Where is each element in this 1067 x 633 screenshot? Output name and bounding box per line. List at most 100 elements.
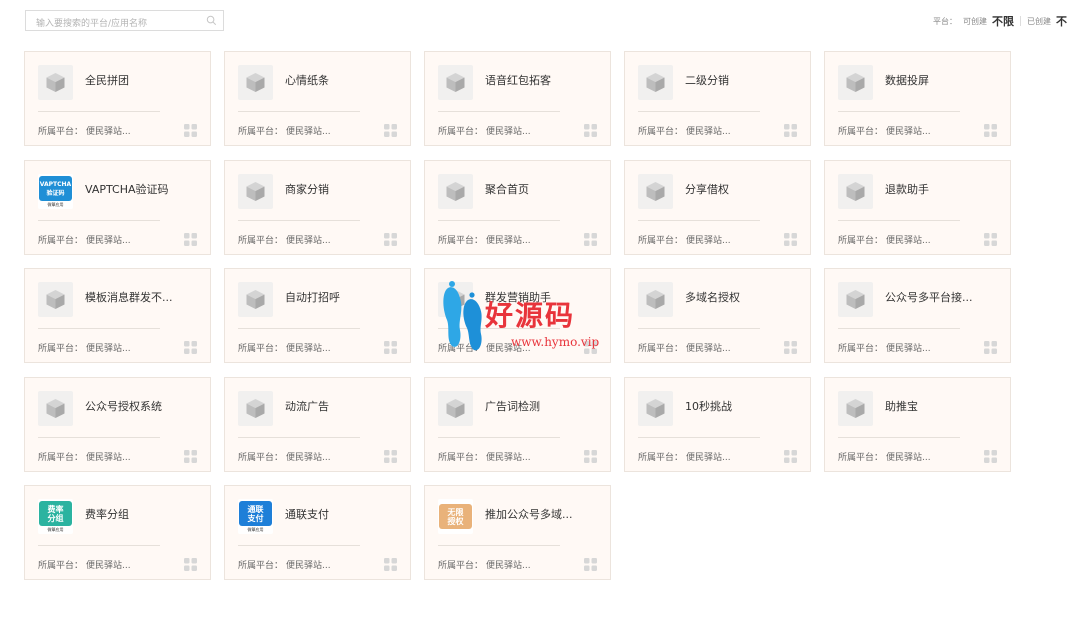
grid-icon[interactable] — [784, 231, 797, 246]
cube-icon — [638, 282, 673, 317]
app-card[interactable]: 动流广告 所属平台： 便民驿站... — [224, 377, 411, 472]
logo-badge: 通联 支付 — [239, 501, 272, 526]
grid-icon[interactable] — [384, 448, 397, 463]
app-card[interactable]: 退款助手 所属平台： 便民驿站... — [824, 160, 1011, 255]
search-input[interactable] — [26, 14, 206, 34]
app-card[interactable]: 10秒挑战 所属平台： 便民驿站... — [624, 377, 811, 472]
platform-info: 所属平台： 便民驿站... — [838, 124, 931, 137]
platform-info: 所属平台： 便民驿站... — [838, 233, 931, 246]
app-title: 通联支付 — [285, 508, 329, 521]
platform-label: 所属平台： — [238, 561, 284, 571]
grid-icon[interactable] — [784, 122, 797, 137]
app-title: 公众号授权系统 — [85, 400, 162, 413]
grid-icon[interactable] — [384, 339, 397, 354]
allinpay-logo: 通联 支付 微擎应用 — [238, 499, 273, 534]
app-title: 费率分组 — [85, 508, 129, 521]
platform-info: 所属平台： 便民驿站... — [238, 233, 331, 246]
platform-info: 所属平台： 便民驿站... — [438, 450, 531, 463]
platform-value: 便民驿站... — [286, 561, 331, 571]
app-card[interactable]: 费率 分组 微擎应用 费率分组 所属平台： 便民驿站... — [24, 485, 211, 580]
search-box[interactable] — [25, 10, 224, 34]
platform-label: 所属平台： — [438, 561, 484, 571]
grid-icon[interactable] — [184, 556, 197, 571]
app-card[interactable]: 广告词检测 所属平台： 便民驿站... — [424, 377, 611, 472]
app-card[interactable]: 公众号多平台接... 所属平台： 便民驿站... — [824, 268, 1011, 363]
platform-value: 便民驿站... — [86, 344, 131, 354]
platform-label: 所属平台： — [838, 344, 884, 354]
quota-divider — [1020, 16, 1021, 26]
grid-icon[interactable] — [984, 339, 997, 354]
grid-icon[interactable] — [184, 339, 197, 354]
grid-icon[interactable] — [984, 448, 997, 463]
divider — [238, 328, 360, 329]
logo-sub: 微擎应用 — [47, 202, 64, 207]
platform-label: 所属平台： — [38, 236, 84, 246]
watermark: 好源码 www.hymo.vip — [438, 280, 628, 355]
grid-icon[interactable] — [184, 122, 197, 137]
app-card[interactable]: 语音红包拓客 所属平台： 便民驿站... — [424, 51, 611, 146]
app-card[interactable]: 助推宝 所属平台： 便民驿站... — [824, 377, 1011, 472]
platform-value: 便民驿站... — [686, 236, 731, 246]
app-card[interactable]: 分享借权 所属平台： 便民驿站... — [624, 160, 811, 255]
logo-line-2: 分组 — [47, 513, 64, 523]
platform-label: 所属平台： — [238, 344, 284, 354]
platform-label: 所属平台： — [38, 344, 84, 354]
app-card[interactable]: 心情纸条 所属平台： 便民驿站... — [224, 51, 411, 146]
app-card[interactable]: 二级分销 所属平台： 便民驿站... — [624, 51, 811, 146]
app-card[interactable]: 商家分销 所属平台： 便民驿站... — [224, 160, 411, 255]
grid-icon[interactable] — [784, 448, 797, 463]
app-card[interactable]: 无限 授权 推加公众号多域... 所属平台： 便民驿站... — [424, 485, 611, 580]
app-card[interactable]: 公众号授权系统所属平台： 便民驿站... — [24, 377, 211, 472]
cube-icon — [438, 391, 473, 426]
platform-value: 便民驿站... — [686, 453, 731, 463]
logo-badge: 无限 授权 — [439, 504, 472, 529]
app-title: 聚合首页 — [485, 183, 529, 196]
grid-icon[interactable] — [384, 122, 397, 137]
grid-icon[interactable] — [584, 556, 597, 571]
grid-icon[interactable] — [984, 122, 997, 137]
app-card[interactable]: 数据投屏所属平台： 便民驿站... — [824, 51, 1011, 146]
logo-sub: 微擎应用 — [47, 527, 64, 532]
platform-info: 所属平台： 便民驿站... — [638, 124, 731, 137]
cube-icon — [38, 391, 73, 426]
logo-line-1: 通联 — [247, 504, 264, 514]
watermark-url: www.hymo.vip — [511, 335, 600, 349]
app-card[interactable]: 通联 支付 微擎应用 通联支付所属平台： 便民驿站... — [224, 485, 411, 580]
divider — [38, 328, 160, 329]
divider — [838, 220, 960, 221]
app-card[interactable]: 模板消息群发不... 所属平台： 便民驿站... — [24, 268, 211, 363]
grid-icon[interactable] — [184, 448, 197, 463]
app-title: 数据投屏 — [885, 74, 929, 87]
platform-info: 所属平台： 便民驿站... — [238, 450, 331, 463]
app-card[interactable]: 自动打招呼 所属平台： 便民驿站... — [224, 268, 411, 363]
grid-icon[interactable] — [384, 231, 397, 246]
grid-icon[interactable] — [984, 231, 997, 246]
app-card[interactable]: 全民拼团 所属平台： 便民驿站... — [24, 51, 211, 146]
app-title: 语音红包拓客 — [485, 74, 551, 87]
divider — [238, 437, 360, 438]
logo-badge: 费率 分组 — [39, 501, 72, 526]
grid-icon[interactable] — [384, 556, 397, 571]
grid-icon[interactable] — [784, 339, 797, 354]
quota-info: 平台： 可创建 不限 已创建 不 — [933, 14, 1067, 28]
search-icon[interactable] — [206, 15, 217, 26]
divider — [238, 545, 360, 546]
grid-icon[interactable] — [584, 231, 597, 246]
vaptcha-logo: VAPTCHA 验证码 微擎应用 — [38, 174, 73, 209]
platform-info: 所属平台： 便民驿站... — [38, 558, 131, 571]
platform-value: 便民驿站... — [286, 236, 331, 246]
platform-info: 所属平台： 便民驿站... — [38, 450, 131, 463]
logo-line-1: VAPTCHA — [39, 180, 72, 188]
grid-icon[interactable] — [184, 231, 197, 246]
app-title: 助推宝 — [885, 400, 918, 413]
app-card[interactable]: 聚合首页 所属平台： 便民驿站... — [424, 160, 611, 255]
can-create-value: 不限 — [992, 15, 1014, 28]
grid-icon[interactable] — [584, 448, 597, 463]
grid-icon[interactable] — [584, 122, 597, 137]
platform-label: 所属平台： — [238, 453, 284, 463]
platform-value: 便民驿站... — [86, 236, 131, 246]
cube-icon — [238, 174, 273, 209]
app-card[interactable]: 多域名授权 所属平台： 便民驿站... — [624, 268, 811, 363]
cube-icon — [238, 65, 273, 100]
app-card[interactable]: VAPTCHA 验证码 微擎应用 VAPTCHA验证码 所属平台： 便民驿站... — [24, 160, 211, 255]
